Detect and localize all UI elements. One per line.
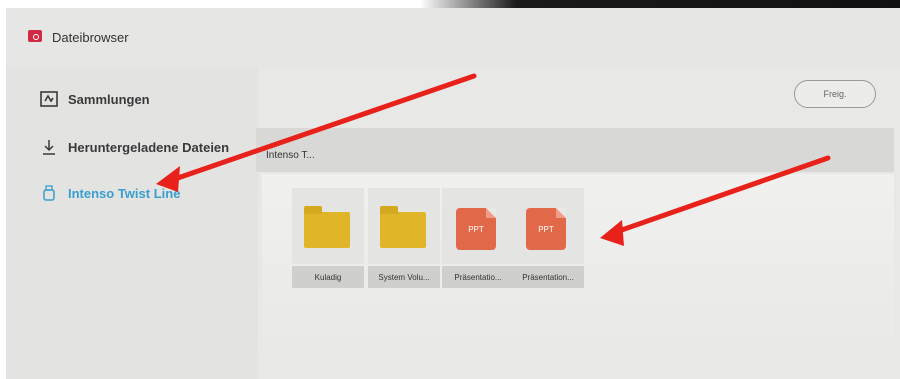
file-thumbnail: PPT [512, 188, 584, 264]
file-type-badge: PPT [468, 224, 484, 234]
app-header [6, 8, 900, 68]
file-name: Präsentation... [512, 266, 584, 288]
ppt-file-icon: PPT [456, 208, 496, 250]
download-icon [40, 138, 58, 156]
file-thumbnail: PPT [442, 188, 514, 264]
file-name: Präsentatio... [442, 266, 514, 288]
file-browser-icon [28, 30, 42, 42]
breadcrumb-bar [256, 128, 894, 172]
file-thumbnail [368, 188, 440, 264]
sidebar-item-label: Intenso Twist Line [68, 185, 181, 201]
file-tile-system-volume[interactable]: System Volu... [368, 188, 440, 292]
file-thumbnail [292, 188, 364, 264]
usb-drive-icon [40, 184, 58, 202]
file-name: System Volu... [368, 266, 440, 288]
sidebar-item-downloads[interactable]: Heruntergeladene Dateien [40, 138, 229, 156]
folder-icon [304, 206, 350, 248]
sidebar-item-label: Sammlungen [68, 91, 150, 107]
file-tile-kuladig[interactable]: Kuladig [292, 188, 364, 292]
file-type-badge: PPT [538, 224, 554, 234]
breadcrumb[interactable]: Intenso T... [266, 150, 315, 161]
app-title: Dateibrowser [52, 30, 129, 45]
sidebar-item-label: Heruntergeladene Dateien [68, 139, 230, 155]
collections-icon [40, 90, 58, 108]
file-tile-presentation-1[interactable]: PPT Präsentatio... [442, 188, 514, 292]
sidebar-item-collections[interactable]: Sammlungen [40, 90, 150, 108]
folder-icon [380, 206, 426, 248]
sidebar-item-usb-drive[interactable]: Intenso Twist Line [40, 184, 180, 202]
sidebar [6, 68, 258, 379]
file-tile-presentation-2[interactable]: PPT Präsentation... [512, 188, 584, 292]
ppt-file-icon: PPT [526, 208, 566, 250]
file-name: Kuladig [292, 266, 364, 288]
share-button[interactable]: Freig. [794, 80, 876, 108]
